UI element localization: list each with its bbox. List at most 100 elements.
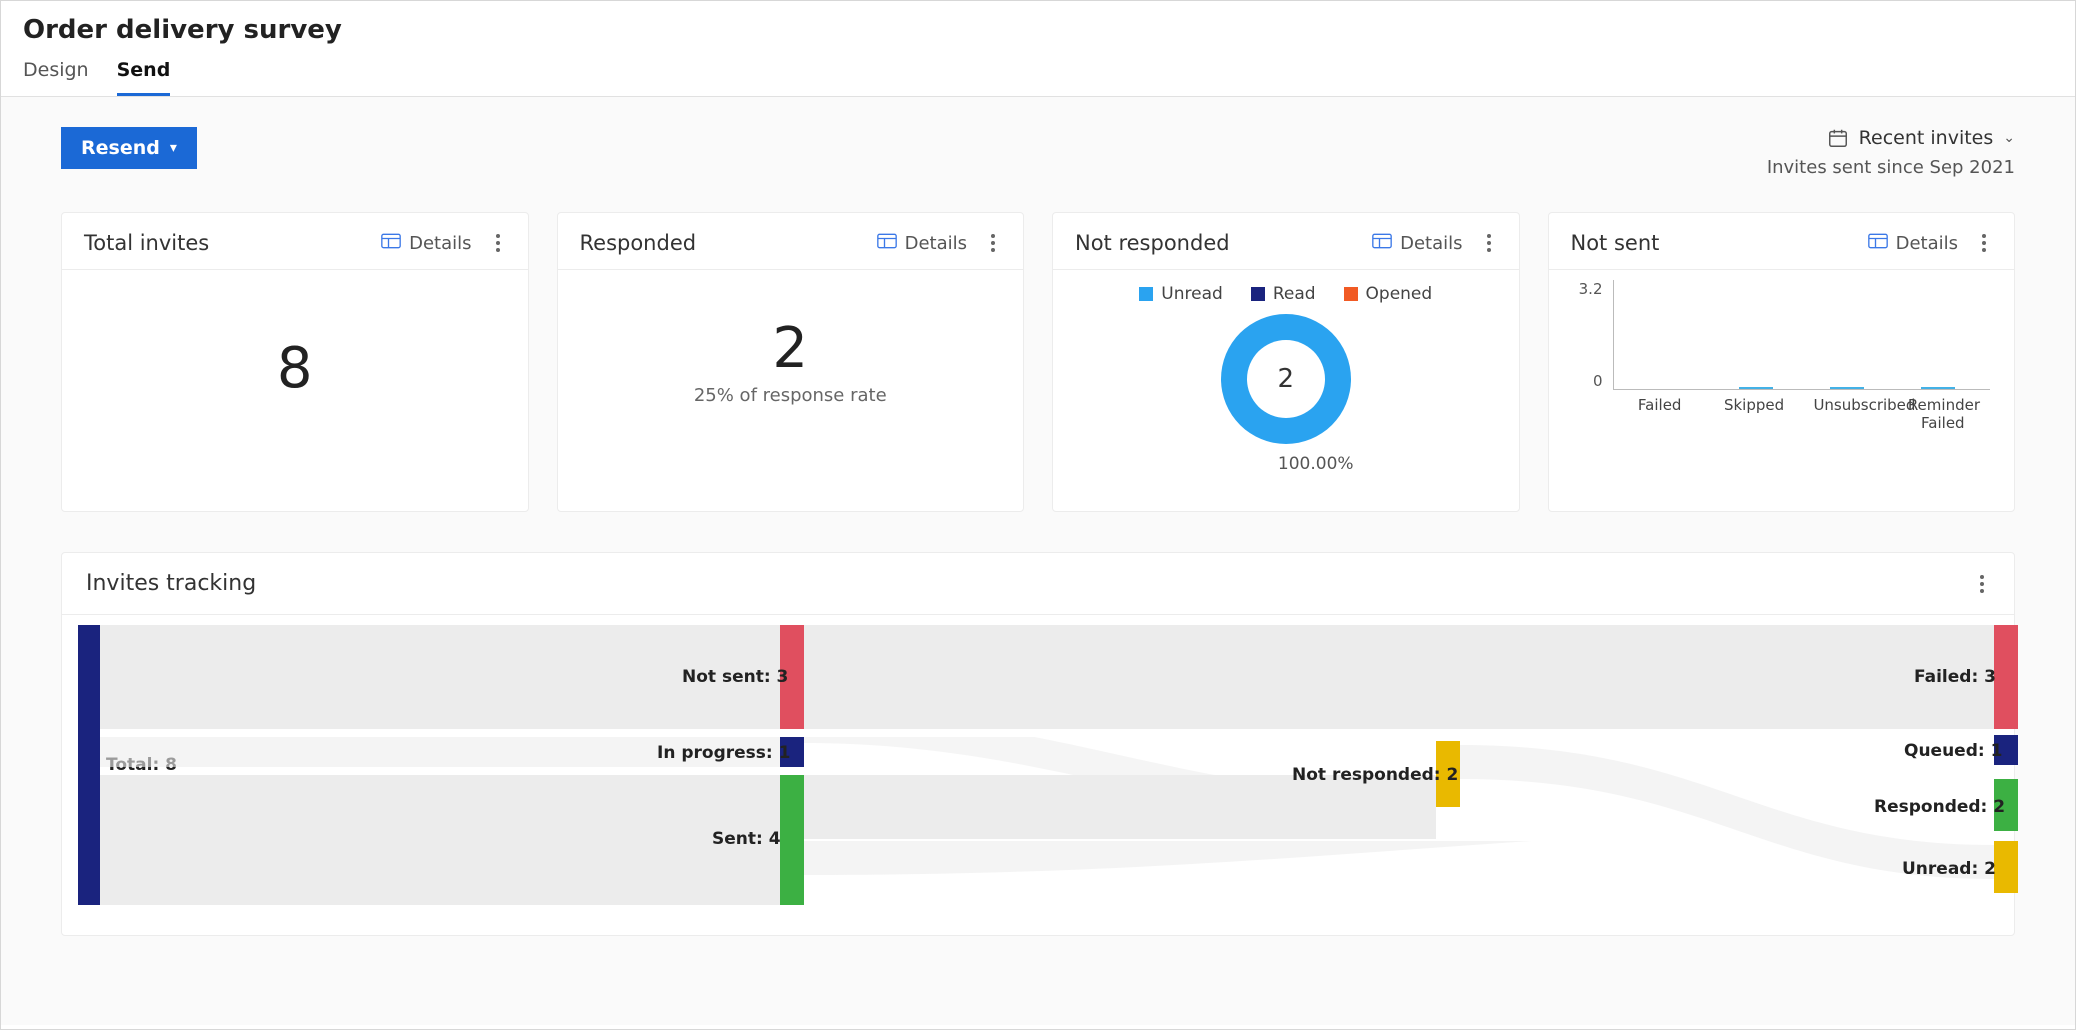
flow — [100, 775, 780, 905]
details-label: Details — [1896, 233, 1958, 254]
bar-reminder-failed — [1908, 387, 1968, 389]
x-axis: Failed Skipped Unsubscribed Reminder Fai… — [1613, 396, 1991, 432]
card-actions: Details — [1372, 233, 1496, 254]
node-label-in-progress: In progress: 1 — [657, 743, 772, 763]
y-axis: 3.2 0 — [1573, 280, 1603, 390]
card-title: Not sent — [1571, 231, 1660, 255]
invites-since-text: Invites sent since Sep 2021 — [1767, 157, 2015, 178]
tab-design[interactable]: Design — [23, 51, 89, 96]
x-label: Skipped — [1719, 396, 1789, 432]
calendar-icon — [1827, 127, 1849, 149]
details-label: Details — [1400, 233, 1462, 254]
card-body: 3.2 0 Failed Skip — [1549, 270, 2015, 511]
card-invites-tracking: Invites tracking Total: 8 Not sent: 3 — [61, 552, 2015, 936]
details-label: Details — [905, 233, 967, 254]
node-bar — [1994, 625, 2018, 729]
legend-item-unread[interactable]: Unread — [1139, 284, 1223, 304]
node-label-unread: Unread: 2 — [1902, 859, 1988, 879]
legend-label: Read — [1273, 284, 1316, 304]
cards-row: Total invites Details 8 Responde — [61, 212, 2015, 512]
card-not-responded: Not responded Details Unread Read Opened — [1052, 212, 1520, 512]
node-label-not-responded: Not responded: 2 — [1292, 765, 1432, 785]
details-button[interactable]: Details — [1868, 233, 1958, 254]
card-actions: Details — [381, 233, 505, 254]
more-icon[interactable] — [490, 234, 506, 252]
x-label: Reminder Failed — [1908, 396, 1978, 432]
details-icon — [381, 233, 401, 254]
node-label-not-sent: Not sent: 3 — [682, 667, 772, 687]
bar-chart-plot: 3.2 0 — [1573, 280, 1991, 390]
card-header: Not responded Details — [1053, 213, 1519, 270]
more-icon[interactable] — [1481, 234, 1497, 252]
more-icon[interactable] — [1976, 234, 1992, 252]
node-label-sent: Sent: 4 — [712, 829, 772, 849]
card-actions: Details — [1868, 233, 1992, 254]
toolbar-right: Recent invites ⌄ Invites sent since Sep … — [1767, 127, 2015, 178]
toolbar-row: Resend ▾ Recent invites ⌄ Invites sent s… — [61, 127, 2015, 178]
responded-value: 2 — [558, 316, 1024, 381]
details-label: Details — [409, 233, 471, 254]
bar-unsubscribed — [1817, 387, 1877, 389]
resend-label: Resend — [81, 137, 160, 159]
donut-ring: 2 — [1221, 314, 1351, 444]
details-button[interactable]: Details — [381, 233, 471, 254]
donut-caption: 100.00% — [1278, 454, 1354, 474]
work-area: Resend ▾ Recent invites ⌄ Invites sent s… — [1, 97, 2075, 1025]
sankey-chart: Total: 8 Not sent: 3 In progress: 1 Sent — [62, 615, 2014, 935]
details-icon — [877, 233, 897, 254]
card-header: Not sent Details — [1549, 213, 2015, 270]
more-icon[interactable] — [1974, 575, 1990, 593]
header: Order delivery survey Design Send — [1, 1, 2075, 97]
x-label: Unsubscribed — [1813, 396, 1883, 432]
card-actions: Details — [877, 233, 1001, 254]
bars — [1613, 280, 1991, 390]
card-body: Unread Read Opened 2 100.00% — [1053, 270, 1519, 511]
swatch-icon — [1251, 287, 1265, 301]
more-icon[interactable] — [985, 234, 1001, 252]
bar-chart: 3.2 0 Failed Skip — [1549, 270, 2015, 432]
node-bar — [1994, 841, 2018, 893]
chevron-down-icon: ⌄ — [2003, 130, 2015, 146]
donut-chart: 2 100.00% — [1053, 314, 1519, 474]
tab-send[interactable]: Send — [117, 51, 171, 96]
node-label-queued: Queued: 1 — [1904, 741, 1988, 761]
chevron-down-icon: ▾ — [170, 140, 177, 156]
node-bar — [78, 625, 100, 905]
recent-invites-label: Recent invites — [1859, 127, 1994, 149]
node-label-responded: Responded: 2 — [1874, 797, 1988, 817]
legend-label: Opened — [1366, 284, 1433, 304]
resend-button[interactable]: Resend ▾ — [61, 127, 197, 169]
node-bar — [780, 775, 804, 905]
recent-invites-dropdown[interactable]: Recent invites ⌄ — [1767, 127, 2015, 149]
details-icon — [1868, 233, 1888, 254]
card-title: Responded — [580, 231, 697, 255]
legend-label: Unread — [1161, 284, 1223, 304]
page-title: Order delivery survey — [23, 15, 2053, 45]
details-button[interactable]: Details — [877, 233, 967, 254]
legend-item-opened[interactable]: Opened — [1344, 284, 1433, 304]
card-not-sent: Not sent Details 3.2 — [1548, 212, 2016, 512]
donut-legend: Unread Read Opened — [1053, 284, 1519, 304]
card-responded: Responded Details 2 25% of response rate — [557, 212, 1025, 512]
x-label: Failed — [1625, 396, 1695, 432]
card-header: Responded Details — [558, 213, 1024, 270]
swatch-icon — [1139, 287, 1153, 301]
total-invites-value: 8 — [62, 336, 528, 401]
y-tick: 3.2 — [1579, 280, 1603, 298]
card-title: Not responded — [1075, 231, 1230, 255]
card-body: 2 25% of response rate — [558, 270, 1024, 511]
node-label-failed: Failed: 3 — [1914, 667, 1988, 687]
flow — [804, 625, 1994, 729]
card-body: 8 — [62, 270, 528, 511]
tabs: Design Send — [23, 51, 2053, 96]
responded-subtext: 25% of response rate — [558, 385, 1024, 406]
app-frame: Order delivery survey Design Send Resend… — [0, 0, 2076, 1030]
details-button[interactable]: Details — [1372, 233, 1462, 254]
bar-skipped — [1726, 387, 1786, 389]
card-header: Invites tracking — [62, 553, 2014, 615]
details-icon — [1372, 233, 1392, 254]
swatch-icon — [1344, 287, 1358, 301]
donut-center-value: 2 — [1221, 314, 1351, 444]
legend-item-read[interactable]: Read — [1251, 284, 1316, 304]
card-header: Total invites Details — [62, 213, 528, 270]
